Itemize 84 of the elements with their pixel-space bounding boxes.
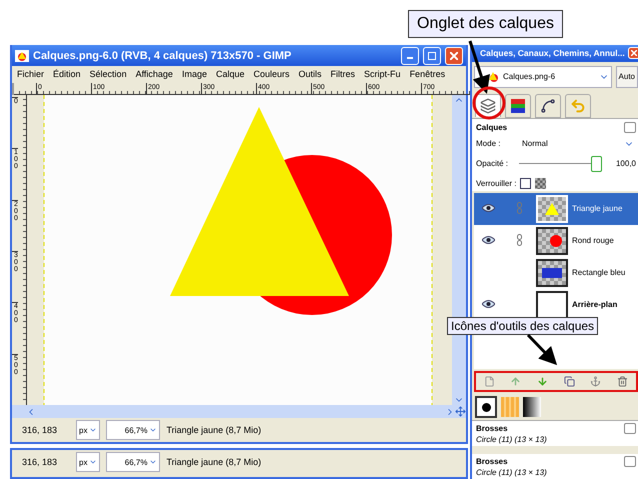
menu-item[interactable]: Calque [216, 69, 244, 80]
paths-icon [540, 98, 556, 114]
layers-icon [480, 98, 496, 114]
brush-name: Circle (11) (13 × 13) [476, 435, 548, 444]
anchor-icon[interactable] [590, 376, 602, 387]
dropdown-icon [149, 426, 158, 434]
layer-row[interactable]: Triangle jaune [474, 192, 638, 225]
pointer-coordinates: 316, 183 [22, 457, 58, 467]
panel-menu-button[interactable] [624, 122, 636, 133]
status-message: Triangle jaune (8,7 Mio) [166, 425, 262, 435]
opacity-value: 100,0 [616, 159, 636, 168]
trash-icon[interactable] [617, 376, 628, 387]
lock-checkbox[interactable] [520, 178, 532, 189]
horizontal-scrollbar[interactable] [12, 405, 466, 418]
auto-button[interactable]: Auto [616, 66, 638, 88]
menu-item[interactable]: Sélection [90, 69, 127, 80]
menu-item[interactable]: Fenêtres [410, 69, 446, 80]
layer-name: Arrière-plan [572, 300, 618, 310]
menu-item[interactable]: Script-Fu [364, 69, 401, 80]
eye-icon[interactable] [482, 204, 494, 212]
unit-select[interactable]: px [76, 452, 100, 472]
zoom-select[interactable]: 66,7% [106, 420, 160, 440]
brushes-title: Brosses [476, 424, 508, 433]
arrow [526, 334, 558, 366]
alpha-lock-icon [535, 178, 546, 189]
layer-thumbnail [536, 258, 568, 287]
channels-icon [510, 98, 526, 114]
unit-select[interactable]: px [76, 420, 100, 440]
close-icon [450, 52, 458, 60]
layer-name: Rond rouge [572, 236, 614, 246]
duplicate-layer-icon[interactable] [564, 376, 575, 387]
dock-tab[interactable] [535, 94, 561, 118]
eye-icon[interactable] [482, 236, 494, 244]
menu-item[interactable]: Fichier [17, 69, 44, 80]
layer-name: Triangle jaune [572, 204, 622, 214]
eye-icon[interactable] [482, 300, 494, 308]
minimize-button[interactable] [401, 46, 419, 64]
menu-item[interactable]: Édition [53, 69, 81, 80]
brushes-title: Brosses [476, 457, 508, 466]
undo-icon [570, 98, 586, 114]
menu-item[interactable]: Filtres [330, 69, 356, 80]
dropdown-icon [89, 426, 98, 434]
maximize-button[interactable] [423, 46, 441, 64]
close-button[interactable] [445, 46, 463, 64]
menu-item[interactable]: Affichage [136, 69, 173, 80]
close-button[interactable] [628, 47, 638, 60]
close-icon [631, 50, 637, 56]
chain-icon[interactable] [516, 234, 522, 246]
opacity-label: Opacité : [476, 159, 510, 168]
panel-menu-button[interactable] [624, 423, 636, 434]
new-layer-icon[interactable] [484, 376, 495, 387]
gradient-preview[interactable] [523, 397, 541, 417]
panel-title: Calques [476, 122, 508, 132]
raise-layer-icon[interactable] [510, 376, 522, 387]
app-icon [15, 50, 29, 62]
callout-label: Icônes d'outils des calques [447, 317, 598, 335]
navigate-icon[interactable] [455, 406, 466, 417]
lower-layer-icon[interactable] [537, 376, 548, 387]
dock-title: Calques, Canaux, Chemins, Annul... [480, 48, 626, 58]
dropdown-icon [89, 458, 98, 466]
pointer-coordinates: 316, 183 [22, 425, 58, 435]
layer-thumbnail [536, 290, 568, 319]
mode-label: Mode : [476, 139, 502, 148]
panel-menu-button[interactable] [624, 456, 636, 467]
brush-name: Circle (11) (13 × 13) [476, 468, 548, 477]
layer-thumbnail [536, 226, 568, 255]
highlight-circle [472, 86, 506, 120]
dropdown-icon [149, 458, 158, 466]
layer-row[interactable]: Rond rouge [474, 224, 638, 257]
menu-item[interactable]: Couleurs [254, 69, 290, 80]
brush-preview[interactable] [475, 396, 497, 418]
menu-item[interactable]: Image [182, 69, 207, 80]
window-title: Calques.png-6.0 (RVB, 4 calques) 713x570 - GIMP [33, 50, 292, 62]
layer-name: Rectangle bleu [572, 268, 626, 278]
image-select[interactable]: Calques.png-6 [474, 66, 612, 88]
maximize-icon [428, 52, 436, 60]
status-message: Triangle jaune (8,7 Mio) [166, 457, 262, 467]
image-thumbnail-icon [487, 70, 499, 83]
callout-label: Onglet des calques [408, 10, 563, 38]
zoom-select[interactable]: 66,7% [106, 452, 160, 472]
lock-label: Verrouiller : [476, 178, 516, 188]
dock-tab[interactable] [505, 94, 531, 118]
layer-thumbnail [536, 194, 568, 223]
menu-item[interactable]: Outils [298, 69, 322, 80]
